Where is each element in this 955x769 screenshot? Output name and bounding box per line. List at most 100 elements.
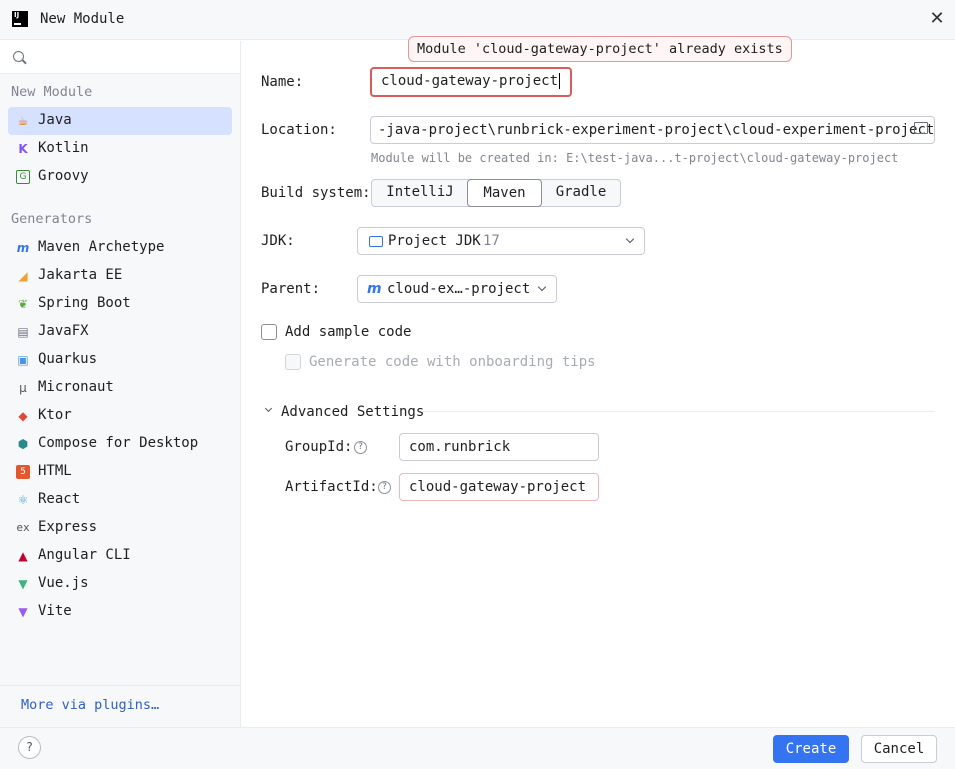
close-button[interactable]: ✕ [925,8,949,32]
text-caret [559,73,561,89]
sidebar-item-label: Quarkus [38,351,98,367]
jdk-dropdown[interactable]: Project JDK 17 [357,227,645,255]
sidebar-item-vuejs[interactable]: ▼ Vue.js [8,570,232,598]
advanced-divider [421,411,935,412]
micronaut-icon: μ [19,381,27,395]
compose-icon: ⬢ [17,437,29,451]
onboarding-checkbox[interactable] [285,354,301,370]
kotlin-icon: K [18,142,28,156]
sidebar-item-label: Vue.js [38,575,89,591]
jdk-label: JDK: [261,233,295,249]
sidebar-item-ktor[interactable]: ◆ Ktor [8,402,232,430]
sidebar-item-quarkus[interactable]: ▣ Quarkus [8,346,232,374]
sidebar-item-express[interactable]: ex Express [8,514,232,542]
dialog-footer: ? Create Cancel [0,727,955,769]
advanced-settings-toggle[interactable]: Advanced Settings [281,404,424,420]
more-plugins-link[interactable]: More via plugins… [21,697,159,713]
sidebar-item-label: Java [38,112,72,128]
java-icon: ☕ [17,114,29,128]
sidebar-item-label: JavaFX [38,323,89,339]
sidebar-item-label: Jakarta EE [38,267,123,283]
sidebar-item-micronaut[interactable]: μ Micronaut [8,374,232,402]
sidebar-item-compose-desktop[interactable]: ⬢ Compose for Desktop [8,430,232,458]
name-label: Name: [261,74,304,90]
sidebar-item-maven-archetype[interactable]: m Maven Archetype [8,234,232,262]
cancel-button[interactable]: Cancel [861,735,937,763]
sidebar: New Module ☕ Java K Kotlin G Groovy Gene… [0,41,241,727]
sidebar-item-vite[interactable]: ▼ Vite [8,598,232,626]
parent-label: Parent: [261,281,321,297]
sidebar-item-label: Express [38,519,98,535]
jakarta-icon: ◢ [18,269,28,283]
sidebar-item-label: Micronaut [38,379,114,395]
artifact-id-label: ArtifactId: [285,479,378,495]
location-label: Location: [261,122,337,138]
html-icon: 5 [16,465,30,479]
ktor-icon: ◆ [18,409,28,423]
sidebar-item-html[interactable]: 5 HTML [8,458,232,486]
sidebar-item-label: HTML [38,463,72,479]
title-bar: IJ New Module ✕ [0,0,955,40]
error-tooltip: Module 'cloud-gateway-project' already e… [408,36,792,62]
sidebar-item-javafx[interactable]: ▤ JavaFX [8,318,232,346]
close-icon: ✕ [929,8,945,29]
sidebar-item-label: Kotlin [38,140,89,156]
sidebar-item-label: Ktor [38,407,72,423]
sidebar-item-label: Spring Boot [38,295,131,311]
react-icon: ⚛ [17,493,29,507]
angular-icon: ▲ [18,549,28,563]
sample-code-checkbox[interactable] [261,324,277,340]
sidebar-item-groovy[interactable]: G Groovy [8,163,232,191]
search-icon [13,51,24,62]
group-id-input[interactable]: com.runbrick [399,433,599,461]
sidebar-item-label: Compose for Desktop [38,435,199,451]
create-button[interactable]: Create [773,735,849,763]
maven-icon: m [16,241,30,255]
sidebar-item-label: Groovy [38,168,89,184]
build-system-label: Build system: [261,185,371,201]
location-value: -java-project\runbrick-experiment-projec… [378,122,935,138]
sidebar-item-label: Angular CLI [38,547,131,563]
build-option-intellij[interactable]: IntelliJ [372,179,468,207]
section-generators: Generators [11,211,93,227]
help-icon[interactable]: ? [378,481,391,494]
location-hint: Module will be created in: E:\test-java.… [371,151,899,165]
jdk-value: Project JDK [388,233,481,249]
maven-icon: m [367,281,382,297]
chevron-down-icon[interactable] [264,404,273,413]
javafx-icon: ▤ [17,325,29,339]
folder-icon[interactable] [914,122,928,134]
express-icon: ex [16,521,30,534]
sample-code-label: Add sample code [285,324,412,340]
chevron-down-icon [625,234,635,244]
sidebar-item-jakarta-ee[interactable]: ◢ Jakarta EE [8,262,232,290]
sidebar-divider [0,685,240,686]
sidebar-item-label: React [38,491,81,507]
build-option-gradle[interactable]: Gradle [542,179,620,207]
vite-icon: ▼ [18,605,28,619]
sidebar-item-kotlin[interactable]: K Kotlin [8,135,232,163]
search-input[interactable] [0,41,240,74]
build-option-maven[interactable]: Maven [467,179,542,207]
parent-value: cloud-ex…-project [387,281,531,297]
group-id-label: GroupId: [285,439,353,455]
sidebar-item-angular-cli[interactable]: ▲ Angular CLI [8,542,232,570]
artifact-id-input[interactable]: cloud-gateway-project [399,473,599,501]
sidebar-item-spring-boot[interactable]: ❦ Spring Boot [8,290,232,318]
window-title: New Module [40,11,125,27]
location-input[interactable]: -java-project\runbrick-experiment-projec… [370,116,935,144]
build-system-selector: IntelliJ Maven Gradle [371,179,621,207]
intellij-logo-icon: IJ [12,11,28,27]
section-new-module: New Module [11,84,93,100]
sidebar-item-label: Maven Archetype [38,239,165,255]
sidebar-item-java[interactable]: ☕ Java [8,107,232,135]
parent-dropdown[interactable]: m cloud-ex…-project [357,275,557,303]
help-icon[interactable]: ? [354,441,367,454]
name-input[interactable]: cloud-gateway-project [370,67,572,97]
jdk-folder-icon [369,236,383,247]
quarkus-icon: ▣ [17,353,29,367]
name-value: cloud-gateway-project [381,73,559,89]
help-button[interactable]: ? [18,736,41,759]
jdk-version: 17 [483,233,500,249]
sidebar-item-react[interactable]: ⚛ React [8,486,232,514]
